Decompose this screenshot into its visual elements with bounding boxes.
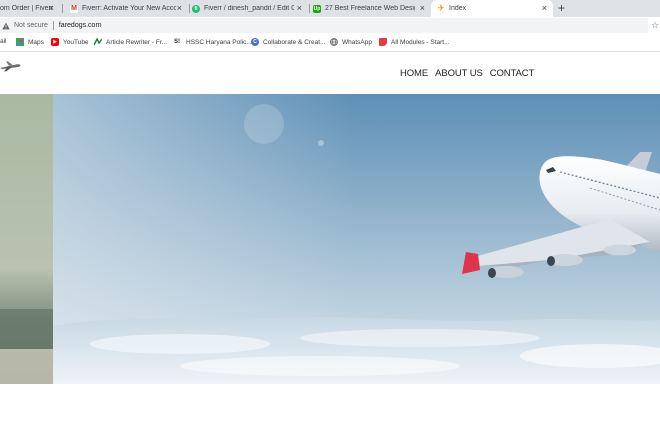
address-bar[interactable]: Not secure faredogs.com [0,18,648,33]
bookmark-label: All Modules - Start... [391,38,450,46]
nav-home-link[interactable]: HOME [400,68,428,79]
tab-fiverr-order[interactable]: om Order | Fiverr × [0,0,60,17]
tab-label: Index [449,5,467,12]
bookmark-gmail[interactable]: ail [0,38,7,45]
tab-fiverr-edit-gig[interactable]: fi Fiverr / dinesh_pandit / Edit Gig × [192,0,308,17]
bookmark-label: HSSC Haryana Polic... [186,38,252,46]
nav-contact-link[interactable]: CONTACT [490,68,535,79]
rewriter-icon [94,38,102,46]
tab-separator [309,4,310,13]
url-divider [52,21,54,30]
bookmark-maps[interactable]: Maps [16,38,44,46]
tab-index[interactable]: ✈ Index × [431,0,553,17]
site-logo[interactable] [0,59,22,73]
tab-label: 27 Best Freelance Web Designers [325,5,415,12]
browser-tab-strip: om Order | Fiverr × M Fiverr: Activate Y… [0,0,660,17]
hero-banner [0,94,660,384]
tab-separator [62,4,63,13]
star-icon[interactable]: ☆ [651,20,659,30]
site-header: HOME ABOUT US CONTACT [0,52,660,94]
bookmark-label: WhatsApp [342,38,372,46]
browser-toolbar: Not secure faredogs.com ☆ [0,17,660,34]
site-nav: HOME ABOUT US CONTACT [400,68,541,79]
close-icon[interactable]: × [297,3,302,13]
bookmark-hssc[interactable]: S! HSSC Haryana Polic... [172,38,252,46]
warning-icon[interactable] [1,21,11,31]
hero-image [0,94,660,384]
bookmark-youtube[interactable]: ▶ YouTube [51,38,89,46]
tab-label: om Order | Fiverr [0,5,54,12]
globe-icon [330,38,338,46]
plane-icon: ✈ [437,3,445,13]
bookmark-article-rewriter[interactable]: Article Rewriter - Fr... [94,38,167,46]
close-icon[interactable]: × [49,3,54,13]
bookmarks-bar: ail Maps ▶ YouTube Article Rewriter - Fr… [0,34,660,52]
plane-logo-icon [0,61,21,72]
bookmark-label: Maps [28,38,44,46]
bookmark-collaborate[interactable]: C Collaborate & Creat... [251,38,326,46]
close-icon[interactable]: × [177,3,182,13]
tab-gmail-activate[interactable]: M Fiverr: Activate Your New Account × [70,0,188,17]
maps-icon [16,38,24,46]
bookmark-label: Collaborate & Creat... [263,38,326,46]
tab-upwork-designers[interactable]: Up 27 Best Freelance Web Designers × [313,0,431,17]
hssc-icon: S! [174,39,180,45]
bookmark-all-modules[interactable]: All Modules - Start... [379,38,450,46]
tab-separator [189,4,190,13]
close-icon[interactable]: × [542,3,547,13]
modules-icon [379,38,387,46]
bookmark-label: Article Rewriter - Fr... [106,38,168,46]
close-icon[interactable]: × [420,3,425,13]
bookmark-label: ail [0,38,7,45]
youtube-icon: ▶ [51,38,59,46]
url-text[interactable]: faredogs.com [59,22,101,29]
page-body-blank [0,384,660,440]
new-tab-button[interactable]: + [558,1,565,15]
nav-about-us-link[interactable]: ABOUT US [435,68,483,79]
collaborate-icon: C [251,38,259,46]
fiverr-icon: fi [192,4,200,13]
security-status[interactable]: Not secure [14,22,48,29]
bookmark-whatsapp[interactable]: WhatsApp [330,38,372,46]
tab-label: Fiverr / dinesh_pandit / Edit Gig [204,5,294,12]
upwork-icon: Up [313,4,321,13]
gmail-icon: M [70,4,78,13]
bookmark-label: YouTube [63,38,89,46]
tab-label: Fiverr: Activate Your New Account [82,5,176,12]
